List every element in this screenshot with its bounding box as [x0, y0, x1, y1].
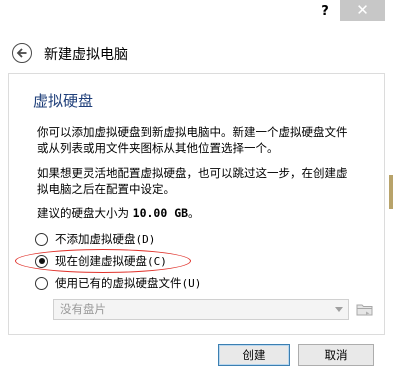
hint-paragraph: 如果想更灵活地配置虚拟硬盘，也可以跳过这一步，在创建虚 拟电脑之后在配置中设定。 [37, 165, 373, 197]
description-line: 你可以添加虚拟硬盘到新虚拟电脑中。新建一个虚拟硬盘文件 [37, 125, 348, 139]
radio-button[interactable] [35, 232, 48, 246]
option-existing-disk[interactable]: 使用已有的虚拟硬盘文件 (U) [35, 274, 201, 292]
back-button[interactable] [12, 43, 32, 63]
help-button[interactable]: ? [310, 2, 340, 22]
wizard-title: 新建虚拟电脑 [44, 47, 128, 63]
chevron-down-icon [335, 307, 343, 312]
wizard-header: 新建虚拟电脑 [0, 31, 385, 73]
option-create-disk[interactable]: 现在创建虚拟硬盘 (C) [35, 252, 167, 270]
folder-icon [356, 304, 373, 316]
cancel-button[interactable]: 取消 [298, 344, 374, 366]
option-label: 不添加虚拟硬盘 [55, 232, 136, 246]
option-shortcut: (U) [181, 276, 202, 290]
description-line: 或从列表或用文件夹图标从其他位置选择一个。 [37, 141, 279, 155]
wizard-page: 虚拟硬盘 你可以添加虚拟硬盘到新虚拟电脑中。新建一个虚拟硬盘文件 或从列表或用文… [8, 73, 385, 335]
radio-button-selected[interactable] [35, 254, 48, 268]
hint-line: 拟电脑之后在配置中设定。 [37, 182, 175, 196]
option-label: 现在创建虚拟硬盘 [55, 254, 147, 268]
recommended-size: 10.00 GB [132, 206, 189, 220]
option-label: 使用已有的虚拟硬盘文件 [55, 276, 182, 290]
recommended-suffix: 。 [188, 206, 200, 220]
hint-line: 如果想更灵活地配置虚拟硬盘，也可以跳过这一步，在创建虚 [37, 166, 348, 180]
option-shortcut: (D) [135, 232, 156, 246]
disk-file-value: 没有盘片 [60, 302, 106, 316]
section-title: 虚拟硬盘 [33, 92, 94, 110]
close-icon: ✕ [356, 1, 369, 19]
close-button[interactable]: ✕ [340, 0, 385, 21]
window-edge [385, 0, 393, 383]
arrow-left-icon [16, 48, 27, 58]
option-no-disk[interactable]: 不添加虚拟硬盘 (D) [35, 230, 155, 248]
radio-button[interactable] [35, 276, 48, 290]
edge-tint [389, 175, 393, 209]
recommended-prefix: 建议的硬盘大小为 [37, 206, 133, 220]
recommended-size-text: 建议的硬盘大小为 10.00 GB。 [37, 205, 373, 221]
choose-disk-file-button[interactable] [355, 299, 375, 320]
description-paragraph: 你可以添加虚拟硬盘到新虚拟电脑中。新建一个虚拟硬盘文件 或从列表或用文件夹图标从… [37, 124, 373, 156]
create-button[interactable]: 创建 [218, 344, 290, 366]
button-bar: 创建 取消 [0, 335, 385, 383]
disk-file-select[interactable]: 没有盘片 [53, 299, 349, 320]
title-bar: ? ✕ [0, 0, 393, 31]
option-shortcut: (C) [147, 254, 167, 268]
